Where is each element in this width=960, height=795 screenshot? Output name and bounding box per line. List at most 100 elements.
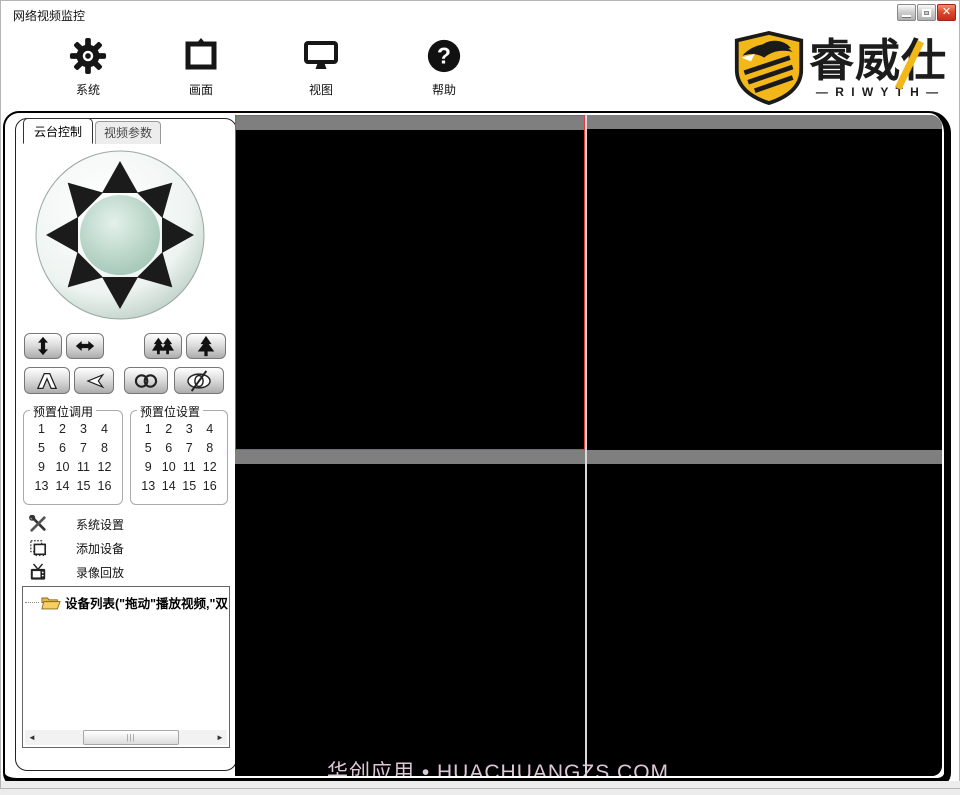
- preset-number[interactable]: 3: [179, 422, 200, 436]
- maximize-button[interactable]: [917, 4, 936, 21]
- preset-number[interactable]: 6: [159, 441, 180, 455]
- preset-call-title: 预置位调用: [30, 403, 97, 420]
- preset-set-title: 预置位设置: [137, 403, 204, 420]
- preset-number[interactable]: 14: [159, 479, 180, 493]
- toolbar-item-screen[interactable]: 画面: [163, 35, 239, 98]
- video-panel-2[interactable]: [587, 115, 942, 450]
- menu-item-playback[interactable]: 录像回放: [28, 562, 218, 582]
- close-button[interactable]: ✕: [937, 4, 956, 21]
- iris-close-button[interactable]: [24, 367, 70, 394]
- ptz-sidebar: 云台控制 视频参数 预置位调用 1 2 3 4 5 6 7 8 9 10 11 …: [15, 118, 237, 771]
- preset-number[interactable]: 13: [138, 479, 159, 493]
- logo-text: 睿威仕 — R I W Y T H —: [809, 37, 947, 100]
- horizontal-arrows-icon: [75, 341, 95, 351]
- preset-number[interactable]: 5: [138, 441, 159, 455]
- preset-number[interactable]: 10: [159, 460, 180, 474]
- zoom-out-button[interactable]: [144, 333, 182, 359]
- preset-number[interactable]: 8: [94, 441, 115, 455]
- preset-number[interactable]: 2: [52, 422, 73, 436]
- video-panel-4-titlebar: [587, 450, 942, 464]
- focus-near-button[interactable]: [174, 367, 224, 394]
- toolbar-item-view[interactable]: 视图: [283, 35, 359, 98]
- device-tree-root-label: 设备列表("拖动"播放视频,"双: [65, 597, 228, 611]
- preset-number[interactable]: 2: [159, 422, 180, 436]
- tab-video-params[interactable]: 视频参数: [95, 121, 162, 144]
- video-panel-4[interactable]: [587, 450, 942, 776]
- preset-call-grid: 1 2 3 4 5 6 7 8 9 10 11 12 13 14 15 16: [24, 411, 122, 496]
- device-tree-root[interactable]: 设备列表("拖动"播放视频,"双: [23, 593, 229, 612]
- menu-item-add-device[interactable]: 添加设备: [28, 538, 218, 558]
- shield-eagle-icon: [734, 31, 804, 106]
- video-panel-2-titlebar: [587, 115, 942, 129]
- preset-number[interactable]: 11: [179, 460, 200, 474]
- add-device-icon: [28, 539, 47, 558]
- chevron-left-icon: [86, 373, 105, 388]
- focus-far-button[interactable]: [124, 367, 168, 394]
- preset-number[interactable]: 11: [73, 460, 94, 474]
- preset-number[interactable]: 7: [73, 441, 94, 455]
- preset-number[interactable]: 1: [138, 422, 159, 436]
- tab-ptz-control[interactable]: 云台控制: [23, 118, 94, 144]
- video-panel-1-titlebar: [236, 116, 584, 130]
- eye-slash-icon: [187, 369, 211, 392]
- toolbar-item-help[interactable]: ? 帮助: [406, 35, 482, 98]
- preset-number[interactable]: 7: [179, 441, 200, 455]
- preset-number[interactable]: 15: [73, 479, 94, 493]
- toolbar-label-view: 视图: [308, 83, 333, 97]
- preset-call-group: 预置位调用 1 2 3 4 5 6 7 8 9 10 11 12 13 14 15 16: [23, 403, 123, 505]
- preset-number[interactable]: 4: [94, 422, 115, 436]
- window-titlebar: 网络视频监控 ✕: [1, 1, 959, 27]
- scroll-left-arrow-icon[interactable]: ◄: [25, 730, 39, 745]
- tree-branch-line: [25, 602, 39, 603]
- toolbar-item-system[interactable]: 系统: [50, 35, 126, 98]
- preset-number[interactable]: 16: [200, 479, 221, 493]
- preset-number[interactable]: 4: [200, 422, 221, 436]
- zoom-in-button[interactable]: [186, 333, 226, 359]
- preset-number[interactable]: 12: [200, 460, 221, 474]
- watermark-text: 华创应用 • HUACHUANGZS.COM: [327, 761, 670, 776]
- device-list-box: 设备列表("拖动"播放视频,"双 ◄ ► |||: [22, 586, 230, 748]
- preset-number[interactable]: 9: [31, 460, 52, 474]
- preset-set-group: 预置位设置 1 2 3 4 5 6 7 8 9 10 11 12 13 14 15 16: [130, 403, 228, 505]
- preset-number[interactable]: 14: [52, 479, 73, 493]
- infinity-icon: [134, 373, 158, 388]
- preset-number[interactable]: 5: [31, 441, 52, 455]
- minimize-icon: [902, 15, 911, 17]
- video-panel-3-titlebar: [235, 450, 585, 464]
- horizontal-scrollbar[interactable]: ◄ ► |||: [25, 730, 227, 745]
- video-panel-3[interactable]: [235, 450, 585, 776]
- preset-number[interactable]: 3: [73, 422, 94, 436]
- video-panel-1-selected[interactable]: [235, 115, 585, 450]
- preset-number[interactable]: 10: [52, 460, 73, 474]
- toolbar-label-system: 系统: [75, 83, 100, 97]
- pan-scan-button[interactable]: [66, 333, 104, 359]
- folder-open-icon: [41, 597, 61, 609]
- logo-subtitle: — R I W Y T H —: [815, 85, 941, 100]
- scrollbar-thumb[interactable]: |||: [83, 730, 179, 745]
- preset-number[interactable]: 1: [31, 422, 52, 436]
- toolbar-label-screen: 画面: [188, 83, 213, 97]
- scroll-right-arrow-icon[interactable]: ►: [213, 730, 227, 745]
- close-icon: ✕: [941, 6, 952, 18]
- preset-set-grid: 1 2 3 4 5 6 7 8 9 10 11 12 13 14 15 16: [131, 411, 227, 496]
- tree-icon: [197, 335, 215, 357]
- window-controls: ✕: [897, 4, 956, 21]
- maximize-icon: [922, 8, 931, 17]
- preset-number[interactable]: 8: [200, 441, 221, 455]
- minimize-button[interactable]: [897, 4, 916, 21]
- preset-number[interactable]: 13: [31, 479, 52, 493]
- aperture-icon: [36, 372, 58, 389]
- ptz-direction-wheel[interactable]: [34, 149, 206, 321]
- video-grid: 华创应用 • HUACHUANGZS.COM: [235, 115, 942, 776]
- preset-number[interactable]: 16: [94, 479, 115, 493]
- preset-number[interactable]: 15: [179, 479, 200, 493]
- menu-item-system-settings[interactable]: 系统设置: [28, 514, 218, 534]
- preset-number[interactable]: 12: [94, 460, 115, 474]
- sidebar-tabbar: 云台控制 视频参数: [23, 118, 162, 144]
- preset-number[interactable]: 6: [52, 441, 73, 455]
- iris-open-button[interactable]: [74, 367, 114, 394]
- preset-number[interactable]: 9: [138, 460, 159, 474]
- help-icon: ?: [406, 35, 482, 77]
- tilt-scan-button[interactable]: [24, 333, 62, 359]
- monitor-icon: [283, 35, 359, 77]
